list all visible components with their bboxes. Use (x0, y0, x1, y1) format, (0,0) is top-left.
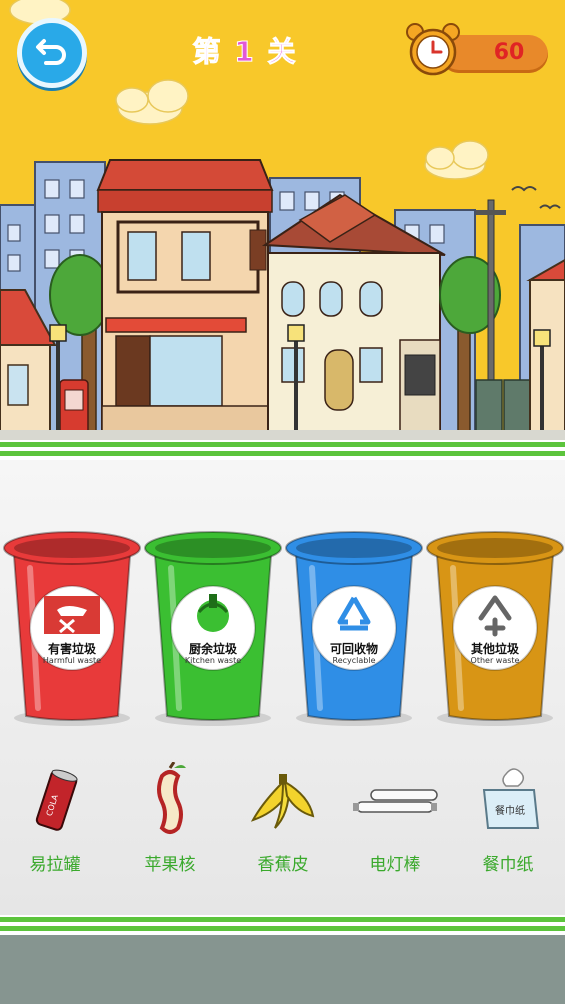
back-button[interactable] (17, 18, 87, 88)
alarm-clock-icon (406, 23, 460, 76)
trash-bin-3[interactable]: 可回收物 Recyclable (284, 528, 424, 728)
back-arrow-icon (36, 39, 66, 65)
tissue-box-icon: 餐巾纸 (458, 762, 558, 846)
bin-sublabel: Recyclable (332, 656, 376, 665)
trash-item-4[interactable]: 电灯棒 (345, 762, 445, 882)
item-label: 易拉罐 (29, 855, 81, 875)
bin-label: 其他垃圾 (470, 642, 519, 656)
grass-stripe-top (0, 440, 565, 460)
bin-label: 厨余垃圾 (188, 642, 237, 656)
fluorescent-tube-icon (345, 762, 445, 846)
ground-bar (0, 935, 565, 1004)
apple-core-icon (120, 761, 220, 846)
trash-item-2[interactable]: 苹果核 (120, 761, 220, 882)
trash-bin-1[interactable]: 有害垃圾 Harmful waste (2, 528, 142, 728)
item-label: 苹果核 (144, 855, 196, 875)
bin-sublabel: Other waste (470, 656, 520, 665)
trash-bin-2[interactable]: 厨余垃圾 Kitchen waste (143, 528, 283, 728)
bin-label: 有害垃圾 (47, 642, 96, 656)
level-title: 第 1 关 (192, 35, 298, 69)
svg-text:餐巾纸: 餐巾纸 (495, 804, 525, 817)
banana-peel-icon (233, 762, 333, 846)
timer-value: 60 (493, 40, 525, 65)
trash-bin-4[interactable]: 其他垃圾 Other waste (425, 528, 565, 728)
trash-item-5[interactable]: 餐巾纸 餐巾纸 (458, 762, 558, 882)
grass-stripe-bottom (0, 915, 565, 935)
item-label: 香蕉皮 (257, 855, 309, 875)
bin-sublabel: Harmful waste (42, 656, 102, 665)
cola-can-icon: COLA (5, 762, 105, 846)
item-label: 电灯棒 (369, 855, 421, 875)
trash-item-1[interactable]: COLA 易拉罐 (5, 762, 105, 882)
bin-label: 可回收物 (329, 642, 378, 656)
bin-sublabel: Kitchen waste (184, 656, 242, 665)
cloud-icon (115, 79, 189, 125)
trash-item-3[interactable]: 香蕉皮 (233, 762, 333, 882)
hazard-bottle-icon (44, 596, 100, 634)
item-label: 餐巾纸 (482, 855, 534, 875)
